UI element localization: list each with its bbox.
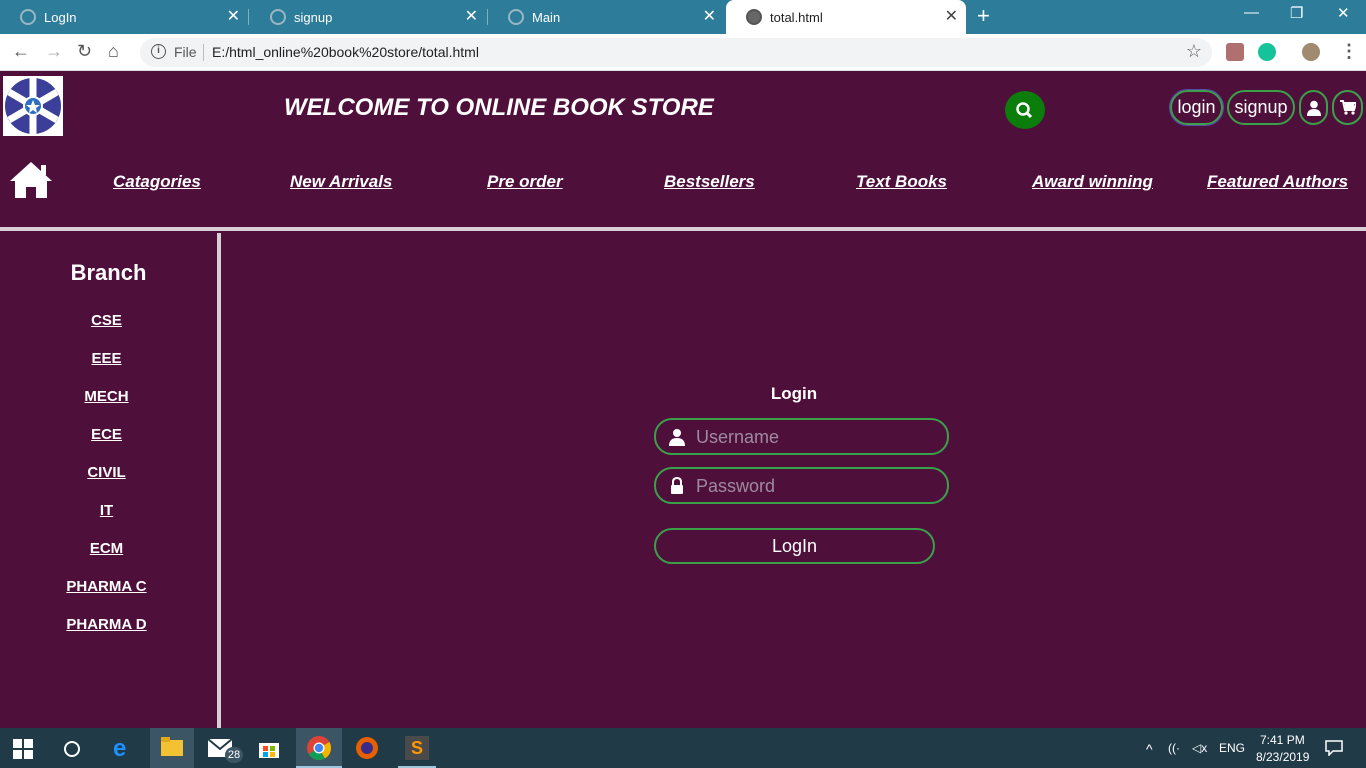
- browser-tab-login[interactable]: LogIn ✕: [0, 0, 248, 34]
- user-icon: [669, 429, 685, 446]
- nav-bestsellers[interactable]: Bestsellers: [664, 172, 755, 192]
- globe-icon: [746, 9, 762, 25]
- globe-icon: [270, 9, 286, 25]
- new-tab-icon[interactable]: +: [977, 5, 990, 27]
- forward-icon[interactable]: →: [45, 41, 63, 61]
- nav-featured-authors[interactable]: Featured Authors: [1207, 172, 1348, 192]
- sidebar-item-pharma-c[interactable]: PHARMA C: [0, 578, 213, 595]
- notifications-icon[interactable]: [1325, 740, 1343, 756]
- user-icon: [1306, 100, 1321, 116]
- scheme-label: File: [174, 44, 197, 60]
- close-tab-icon[interactable]: ✕: [465, 9, 478, 25]
- omnibox-divider: [203, 44, 204, 61]
- bookmark-star-icon[interactable]: ☆: [1186, 41, 1202, 62]
- edge-icon[interactable]: e: [113, 735, 126, 763]
- store-icon[interactable]: [259, 738, 279, 758]
- cart-icon: [1339, 100, 1356, 115]
- url-text[interactable]: E:/html_online%20book%20store/total.html: [212, 44, 479, 60]
- site-logo: [3, 76, 63, 136]
- clock-date[interactable]: 8/23/2019: [1256, 750, 1309, 764]
- sidebar-item-mech[interactable]: MECH: [0, 388, 213, 405]
- search-button[interactable]: [1005, 91, 1045, 129]
- file-explorer-icon[interactable]: [161, 737, 183, 757]
- clock-time[interactable]: 7:41 PM: [1260, 733, 1305, 747]
- nav-new-arrivals[interactable]: New Arrivals: [290, 172, 392, 192]
- cortana-icon[interactable]: [62, 739, 82, 759]
- browser-tab-strip: LogIn ✕ signup ✕ Main ✕ total.html ✕ + —…: [0, 0, 1366, 34]
- site-title: WELCOME TO ONLINE BOOK STORE: [284, 94, 714, 121]
- sidebar-item-pharma-d[interactable]: PHARMA D: [0, 616, 213, 633]
- signup-button[interactable]: signup: [1227, 90, 1295, 125]
- sidebar-item-ece[interactable]: ECE: [0, 426, 213, 443]
- browser-tab-main[interactable]: Main ✕: [488, 0, 724, 34]
- sidebar-title: Branch: [70, 260, 147, 285]
- tab-separator: [248, 9, 249, 25]
- volume-muted-icon[interactable]: ◁x: [1192, 741, 1207, 755]
- tray-chevron-icon[interactable]: ^: [1146, 741, 1153, 757]
- username-field: [654, 418, 949, 455]
- username-input[interactable]: [696, 426, 936, 448]
- address-bar[interactable]: i File E:/html_online%20book%20store/tot…: [140, 38, 1212, 67]
- sidebar-item-ecm[interactable]: ECM: [0, 540, 213, 557]
- restore-icon[interactable]: ❐: [1290, 4, 1303, 22]
- cart-button[interactable]: [1332, 90, 1363, 125]
- sidebar-item-civil[interactable]: CIVIL: [0, 464, 213, 481]
- sidebar-item-it[interactable]: IT: [0, 502, 213, 519]
- menu-kebab-icon[interactable]: ⋮: [1340, 41, 1358, 61]
- tab-title: LogIn: [44, 9, 77, 25]
- info-icon[interactable]: i: [151, 44, 166, 59]
- home-icon[interactable]: [8, 160, 54, 200]
- browser-tab-signup[interactable]: signup ✕: [250, 0, 486, 34]
- nav-award-winning[interactable]: Award winning: [1032, 172, 1153, 192]
- password-input[interactable]: [696, 475, 936, 497]
- mail-badge: 28: [225, 747, 243, 763]
- sidebar-item-eee[interactable]: EEE: [0, 350, 213, 367]
- globe-icon: [508, 9, 524, 25]
- window-close-icon[interactable]: ✕: [1337, 4, 1350, 22]
- sidebar-item-cse[interactable]: CSE: [0, 312, 213, 329]
- close-tab-icon[interactable]: ✕: [945, 9, 958, 25]
- windows-taskbar: [0, 728, 1366, 768]
- browser-tab-total[interactable]: total.html ✕: [726, 0, 966, 34]
- close-tab-icon[interactable]: ✕: [227, 9, 240, 25]
- login-button[interactable]: login: [1169, 89, 1224, 126]
- lock-icon: [671, 477, 683, 494]
- grammarly-icon[interactable]: [1258, 43, 1276, 61]
- windows-start-icon[interactable]: [13, 739, 33, 759]
- nav-text-books[interactable]: Text Books: [856, 172, 947, 192]
- globe-icon: [20, 9, 36, 25]
- back-icon[interactable]: ←: [12, 41, 30, 61]
- search-icon: [1016, 102, 1033, 119]
- tab-title: Main: [532, 9, 561, 25]
- wifi-icon[interactable]: ((·: [1168, 741, 1180, 755]
- login-form-title: Login: [770, 384, 818, 403]
- home-browser-icon[interactable]: ⌂: [108, 41, 119, 61]
- user-button[interactable]: [1299, 90, 1328, 125]
- profile-avatar-icon[interactable]: [1302, 43, 1320, 61]
- nav-pre-order[interactable]: Pre order: [487, 172, 563, 192]
- sublime-text-icon[interactable]: S: [405, 736, 429, 760]
- tab-title: signup: [294, 9, 333, 25]
- tab-title: total.html: [770, 9, 823, 25]
- firefox-icon[interactable]: [355, 736, 379, 760]
- extension-avatar-icon[interactable]: [1226, 43, 1244, 61]
- reload-icon[interactable]: ↻: [77, 41, 92, 61]
- sidebar-divider: [217, 233, 221, 728]
- minimize-icon[interactable]: —: [1244, 4, 1259, 21]
- close-tab-icon[interactable]: ✕: [703, 9, 716, 25]
- browser-toolbar: ← → ↻ ⌂ i File E:/html_online%20book%20s…: [0, 34, 1366, 71]
- login-submit-button[interactable]: LogIn: [654, 528, 935, 564]
- language-indicator[interactable]: ENG: [1219, 741, 1245, 755]
- password-field: [654, 467, 949, 504]
- chrome-icon[interactable]: [307, 736, 331, 760]
- nav-categories[interactable]: Catagories: [113, 172, 201, 192]
